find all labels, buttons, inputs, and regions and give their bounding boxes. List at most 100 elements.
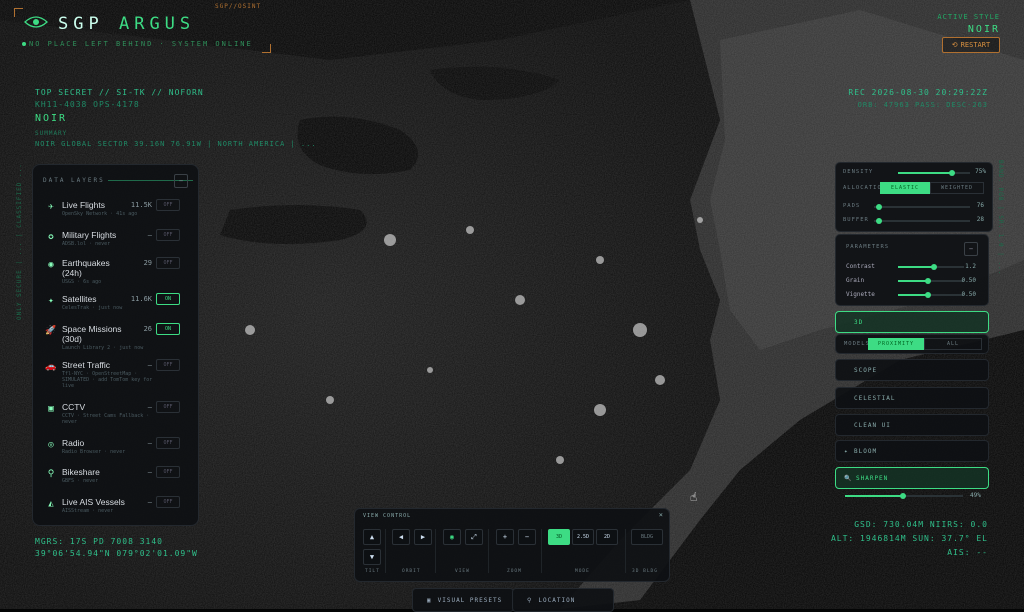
density-knob[interactable]: [949, 170, 955, 176]
triangle-up-icon: ▲: [369, 533, 375, 541]
layer-icon: ▣: [48, 404, 54, 414]
summary-label: SUMMARY: [35, 130, 68, 137]
pads-knob[interactable]: [875, 204, 882, 210]
param-fill: [898, 280, 928, 282]
visual-presets-tab[interactable]: ▣ VISUAL PRESETS: [412, 588, 514, 612]
view-fit-button[interactable]: ⤢: [465, 529, 483, 545]
param-value: 1.2: [965, 263, 976, 270]
collapse-panel-button[interactable]: −: [174, 174, 188, 188]
layer-toggle[interactable]: OFF: [156, 466, 180, 478]
mode-3d-button[interactable]: 3D: [548, 529, 570, 545]
eye-logo-icon: [24, 16, 48, 28]
layer-count: —: [147, 403, 152, 411]
location-label: LOCATION: [538, 596, 576, 604]
mode-2d-button[interactable]: 2D: [596, 529, 618, 545]
layer-source: Radio Browser · never: [62, 449, 126, 455]
toggle-3d-button[interactable]: 3D: [835, 311, 989, 333]
layer-toggle[interactable]: OFF: [156, 257, 180, 269]
models-all-button[interactable]: ALL: [924, 338, 982, 350]
bloom-label: BLOOM: [854, 448, 878, 455]
layer-toggle[interactable]: OFF: [156, 229, 180, 241]
models-proximity-button[interactable]: PROXIMITY: [868, 338, 924, 350]
layer-source: ADSB.lol · never: [62, 241, 111, 247]
layer-toggle[interactable]: ON: [156, 323, 180, 335]
sharpen-button[interactable]: 🔍 SHARPEN: [835, 467, 989, 489]
layer-toggle[interactable]: OFF: [156, 359, 180, 371]
layer-toggle[interactable]: OFF: [156, 199, 180, 211]
layer-icon: ✈: [48, 202, 54, 212]
clean-ui-button[interactable]: CLEAN UI: [835, 414, 989, 436]
pads-slider[interactable]: [874, 206, 970, 208]
tilt-up-button[interactable]: ▲: [363, 529, 381, 545]
sharpen-icon: 🔍: [844, 475, 853, 482]
layer-toggle[interactable]: OFF: [156, 437, 180, 449]
app-title: SGP ARGUS: [58, 14, 195, 34]
restart-label: RESTART: [960, 41, 991, 49]
target-icon: ◉: [449, 533, 455, 541]
orbit-label: ORBIT: [402, 569, 421, 574]
allocation-weighted-button[interactable]: WEIGHTED: [930, 182, 984, 194]
scope-button[interactable]: SCOPE: [835, 359, 989, 381]
layer-source: OpenSky Network · 41s ago: [62, 211, 138, 217]
param-knob[interactable]: [924, 292, 931, 298]
celestial-label: CELESTIAL: [854, 395, 896, 402]
layer-icon: ✦: [48, 296, 54, 306]
layer-source: CelesTrak · just now: [62, 305, 123, 311]
rec-timestamp: REC 2026-08-30 20:29:22Z: [848, 88, 988, 97]
layer-icon: ◉: [48, 260, 54, 270]
location-pin-icon: ⚲: [527, 596, 533, 604]
triangle-down-icon: ▼: [369, 553, 375, 561]
bloom-button[interactable]: ✦ BLOOM: [835, 440, 989, 462]
parameters-label: PARAMETERS: [846, 244, 890, 250]
view-reset-button[interactable]: ◉: [443, 529, 461, 545]
layer-count: 29: [143, 259, 152, 267]
param-knob[interactable]: [924, 278, 931, 284]
allocation-elastic-button[interactable]: ELASTIC: [880, 182, 930, 194]
layer-name: Earthquakes (24h): [62, 258, 110, 278]
param-fill: [898, 266, 935, 268]
layer-toggle[interactable]: OFF: [156, 401, 180, 413]
celestial-button[interactable]: CELESTIAL: [835, 387, 989, 409]
density-label: DENSITY: [843, 169, 874, 175]
param-knob[interactable]: [931, 264, 938, 270]
buffer-knob[interactable]: [875, 218, 882, 224]
coordinates-readout: 39°06'54.94"N 079°02'01.09"W: [35, 549, 198, 558]
layer-toggle[interactable]: ON: [156, 293, 180, 305]
layer-source: USGS · 6s ago: [62, 279, 102, 285]
zoom-in-button[interactable]: +: [496, 529, 514, 545]
classification-block: TOP SECRET // SI-TK // NOFORN KH11-4038 …: [35, 88, 317, 148]
orbit-right-button[interactable]: ▶: [414, 529, 432, 545]
zoom-out-button[interactable]: −: [518, 529, 536, 545]
bloom-icon: ✦: [844, 448, 849, 455]
app-title-argus: ARGUS: [118, 14, 196, 34]
view-control-panel: VIEW CONTROL × ▲ ▼ TILT ◀ ▶ ORBIT ◉ ⤢ VI…: [354, 508, 670, 582]
active-style-value: NOIR: [967, 24, 1000, 35]
layer-icon: 🚀: [45, 326, 57, 336]
layer-source: Tfl-NYC · OpenStreetMap · SIMULATED · ad…: [62, 371, 153, 389]
sharpen-value: 49%: [970, 492, 981, 499]
sharpen-knob[interactable]: [899, 493, 906, 499]
orbit-left-button[interactable]: ◀: [392, 529, 410, 545]
tilt-down-button[interactable]: ▼: [363, 549, 381, 565]
layer-icon: 🚗: [45, 362, 57, 372]
param-fill: [898, 294, 928, 296]
orbit-pass: ORB: 47963 PASS: DESC-263: [857, 101, 988, 109]
mode-label: MODE: [575, 569, 590, 574]
models-label: MODELS: [844, 341, 870, 347]
layer-toggle[interactable]: OFF: [156, 496, 180, 508]
density-fill: [898, 172, 952, 174]
active-style-label: ACTIVE STYLE: [937, 13, 1000, 21]
mode-25d-button[interactable]: 2.5D: [572, 529, 594, 545]
buffer-slider[interactable]: [874, 220, 970, 222]
models-row: MODELS PROXIMITY ALL: [835, 334, 989, 354]
frame-corner-tl: [14, 8, 23, 17]
restart-button[interactable]: ⟲ RESTART: [942, 37, 1000, 53]
visual-presets-label: VISUAL PRESETS: [437, 596, 503, 604]
close-icon[interactable]: ×: [659, 511, 663, 519]
buildings-button[interactable]: BLDG: [631, 529, 663, 545]
top-tag: SGP//OSINT: [215, 3, 262, 10]
parameters-collapse-button[interactable]: −: [964, 242, 978, 256]
location-tab[interactable]: ⚲ LOCATION: [512, 588, 614, 612]
restart-icon: ⟲: [951, 41, 958, 49]
toggle-3d-label: 3D: [854, 319, 864, 326]
